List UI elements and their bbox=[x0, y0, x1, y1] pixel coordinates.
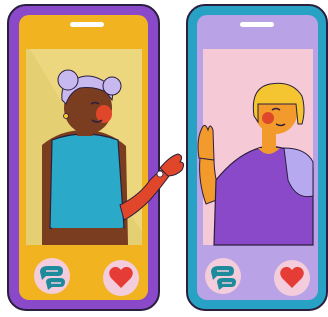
left-woman-earring bbox=[63, 113, 69, 119]
right-woman-blush bbox=[262, 112, 274, 124]
left-woman-blush bbox=[96, 105, 112, 123]
right-phone bbox=[186, 4, 328, 311]
left-phone bbox=[7, 4, 185, 311]
left-woman-top bbox=[49, 133, 125, 234]
left-phone-speaker bbox=[70, 22, 104, 27]
left-woman-bracelet bbox=[156, 170, 164, 178]
left-woman-hair-bun-2 bbox=[102, 76, 122, 96]
left-woman bbox=[42, 69, 185, 245]
right-phone-speaker bbox=[240, 22, 274, 27]
left-woman-hair-bun-1 bbox=[57, 69, 79, 91]
right-woman-hand bbox=[197, 124, 215, 161]
left-woman-belt bbox=[52, 228, 124, 238]
dating-app-illustration bbox=[7, 4, 328, 311]
